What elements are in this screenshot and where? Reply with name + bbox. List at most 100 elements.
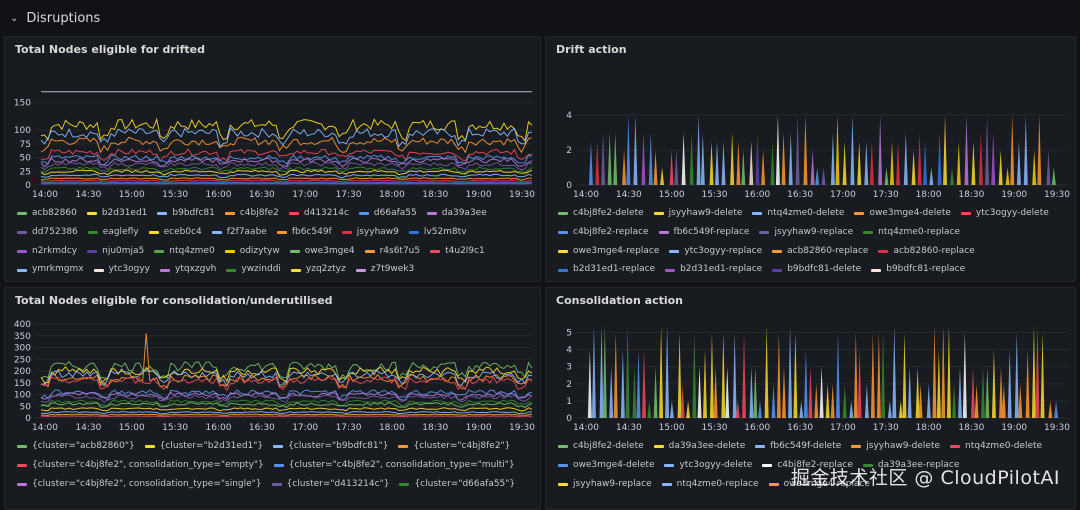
legend-item[interactable]: da39a3ee-delete (653, 438, 745, 457)
legend-item[interactable]: b2d31ed1-replace (558, 261, 655, 280)
legend-item[interactable]: ntq4zme0-replace (863, 224, 960, 243)
legend-item[interactable]: c4bj8fe2-replace (654, 280, 745, 281)
x-tick-label: 16:30 (249, 423, 275, 433)
legend-item[interactable]: ntq4zme0-delete (950, 438, 1042, 457)
series-line (40, 407, 533, 412)
event-spike (721, 141, 726, 185)
legend-item[interactable]: jsyyhaw9 (341, 224, 399, 243)
event-spike (911, 150, 916, 185)
legend-item[interactable]: jsyyhaw9-replace (759, 224, 853, 243)
legend-item[interactable]: fb6c549f-delete (755, 438, 841, 457)
legend-item[interactable]: b9bdfc81-delete (772, 261, 861, 280)
legend-item[interactable]: ntq4zme0-replace (661, 476, 759, 495)
legend-item[interactable]: odizytyw (224, 243, 280, 262)
legend-item[interactable]: ntq4zme0 (154, 243, 215, 262)
legend-swatch (426, 212, 437, 216)
legend-item[interactable]: owe3mge4-delete (558, 457, 654, 476)
legend-item[interactable]: ytc3ogyy-delete (960, 205, 1049, 224)
legend-item[interactable]: {cluster="c4bj8fe2"} (398, 438, 510, 457)
legend-item[interactable]: c4bj8fe2-delete (558, 280, 644, 281)
legend-item[interactable]: jsyyhaw9-replace (558, 476, 652, 495)
x-tick-label: 15:00 (659, 190, 685, 200)
legend-label: acb82860-replace (893, 245, 975, 256)
legend-label: b9bdfc81-delete (787, 264, 862, 275)
legend-item[interactable]: yzq2ztyz (290, 261, 346, 280)
legend-item[interactable]: ytc3ogyy (93, 261, 150, 280)
event-spike (887, 400, 892, 418)
legend-item[interactable]: b9bdfc81-replace (871, 261, 965, 280)
legend-label: ntq4zme0 (169, 245, 215, 256)
legend-item[interactable]: lv52m8tv (408, 224, 467, 243)
legend-item[interactable]: eaglefly (87, 224, 139, 243)
legend-label: n2rkmdcy (32, 245, 78, 256)
event-spike (753, 366, 758, 418)
legend-swatch (271, 482, 282, 486)
legend-item[interactable]: n2rkmdcy (17, 243, 77, 262)
legend-item[interactable]: dd752386 (17, 224, 78, 243)
event-spike (677, 332, 682, 418)
legend-item[interactable]: b2d31ed1 (86, 205, 147, 224)
legend-item[interactable]: {cluster="b2d31ed1"} (144, 438, 263, 457)
legend-item[interactable]: acb82860-replace (772, 243, 868, 262)
legend-item[interactable]: {cluster="c4bj8fe2", consolidation_type=… (273, 457, 515, 476)
legend-item[interactable]: owe3mge4-delete (854, 205, 951, 224)
legend-item[interactable]: z7t9wek3 (355, 261, 414, 280)
legend-swatch (17, 212, 27, 216)
legend-item[interactable]: owe3mge4-replace (558, 243, 659, 262)
legend-swatch (144, 445, 155, 449)
y-tick-label: 25 (20, 167, 31, 177)
legend-item[interactable]: {cluster="acb82860"} (17, 438, 135, 457)
legend-item[interactable]: d413214c-delete (754, 280, 846, 281)
event-spike (599, 325, 604, 418)
row-header-disruptions[interactable]: ⌄ Disruptions (0, 0, 1080, 36)
panel-drifted-nodes[interactable]: Total Nodes eligible for drifted 0 25 50 75… (4, 36, 541, 282)
legend-item[interactable]: ywzinddi (226, 261, 281, 280)
legend-item[interactable]: {cluster="c4bj8fe2", consolidation_type=… (17, 476, 262, 495)
panel-drift-action[interactable]: Drift action 0 2 4 14:00 14:30 15:00 15:30 16:0… (545, 36, 1076, 282)
legend-item[interactable]: fb6c549f-replace (658, 224, 749, 243)
legend-item[interactable]: c4bj8fe2-delete (558, 205, 644, 224)
legend-item[interactable]: owe3mge4 (289, 243, 355, 262)
legend-item[interactable]: c4bj8fe2-replace (558, 224, 649, 243)
legend-item[interactable]: eceb0c4 (148, 224, 202, 243)
legend-item[interactable]: {cluster="b9bdfc81"} (273, 438, 388, 457)
legend-item[interactable]: d413214c (288, 205, 349, 224)
legend-item[interactable]: ytc3ogyy-delete (664, 457, 752, 476)
legend-item[interactable]: ytqxzgvh (160, 261, 216, 280)
legend-item[interactable]: {cluster="d66afa55"} (399, 476, 515, 495)
event-spike (1016, 141, 1021, 185)
event-spike (853, 332, 858, 418)
legend-item[interactable]: acb82860 (17, 205, 77, 224)
legend-item[interactable]: ymrkmgmx (17, 261, 84, 280)
legend-label: {cluster="c4bj8fe2"} (413, 441, 511, 451)
y-tick-label: 0 (25, 181, 31, 191)
legend-item[interactable]: {cluster="d413214c"} (271, 476, 390, 495)
legend-label: {cluster="d413214c"} (286, 478, 390, 489)
legend-item[interactable]: c4bj8fe2-delete (558, 438, 644, 457)
legend-item[interactable]: b2d31ed1-replace (665, 261, 762, 280)
legend-item[interactable]: b9bdfc81 (157, 205, 215, 224)
legend-item[interactable]: ytc3ogyy-replace (669, 243, 762, 262)
legend-item[interactable]: fb6c549f (276, 224, 332, 243)
legend-item[interactable]: c4bj8fe2 (224, 205, 279, 224)
legend-label: da39a3ee (441, 208, 487, 218)
event-spike (830, 132, 835, 185)
legend-item[interactable]: acb82860-replace (878, 243, 975, 262)
event-spike (1014, 332, 1019, 418)
event-spike (991, 132, 996, 185)
legend-label: jsyyhaw9 (356, 226, 399, 237)
x-tick-label: 19:30 (509, 190, 535, 200)
panel-consolidation-nodes[interactable]: Total Nodes eligible for consolidation/u… (4, 287, 541, 510)
legend-item[interactable]: da39a3ee (426, 205, 487, 224)
legend-item[interactable]: jsyyhaw9-delete (851, 438, 940, 457)
legend-item[interactable]: d66afa55 (358, 205, 417, 224)
chevron-down-icon[interactable]: ⌄ (10, 13, 18, 24)
legend-item[interactable]: t4u2l9c1 (430, 243, 485, 262)
legend-item[interactable]: jsyyhaw9-delete (653, 205, 742, 224)
legend-item[interactable]: nju0mja5 (87, 243, 144, 262)
legend-label: ywzinddi (241, 264, 281, 275)
legend-item[interactable]: ntq4zme0-delete (752, 205, 844, 224)
legend-item[interactable]: r4s6t7u5 (364, 243, 420, 262)
legend-item[interactable]: {cluster="c4bj8fe2", consolidation_type=… (17, 457, 264, 476)
legend-item[interactable]: f2f7aabe (211, 224, 267, 243)
